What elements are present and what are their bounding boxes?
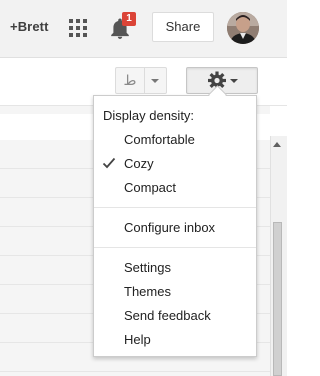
scrollbar-thumb[interactable]	[273, 222, 282, 376]
menu-item-help[interactable]: Help	[124, 332, 151, 347]
display-density-heading: Display density:	[103, 108, 195, 123]
menu-item-compact[interactable]: Compact	[124, 180, 176, 195]
scroll-up-arrow-icon[interactable]	[273, 142, 281, 147]
user-avatar-icon	[227, 12, 259, 44]
input-tools-icon: ط	[123, 72, 137, 88]
checkmark-icon	[102, 157, 116, 169]
menu-divider	[94, 207, 256, 208]
menu-item-cozy[interactable]: Cozy	[124, 156, 154, 171]
apps-grid-icon[interactable]	[69, 19, 87, 37]
avatar[interactable]	[227, 12, 259, 44]
menu-item-themes[interactable]: Themes	[124, 284, 171, 299]
user-profile-link[interactable]: +Brett	[10, 19, 49, 34]
menu-divider	[94, 247, 256, 248]
chevron-down-icon	[151, 79, 159, 83]
menu-item-settings[interactable]: Settings	[124, 260, 171, 275]
notification-count-badge: 1	[122, 12, 136, 26]
menu-item-send-feedback[interactable]: Send feedback	[124, 308, 211, 323]
menu-item-comfortable[interactable]: Comfortable	[124, 132, 195, 147]
input-tools-button[interactable]: ط	[115, 67, 145, 94]
settings-menu: Display density: Comfortable Cozy Compac…	[93, 95, 257, 357]
top-header: +Brett 1 Share	[0, 0, 287, 58]
input-tools-dropdown-button[interactable]	[145, 67, 167, 94]
menu-item-configure-inbox[interactable]: Configure inbox	[124, 220, 215, 235]
share-button[interactable]: Share	[152, 12, 214, 42]
gmail-window: +Brett 1 Share ط Display density: Comfor…	[0, 0, 287, 376]
